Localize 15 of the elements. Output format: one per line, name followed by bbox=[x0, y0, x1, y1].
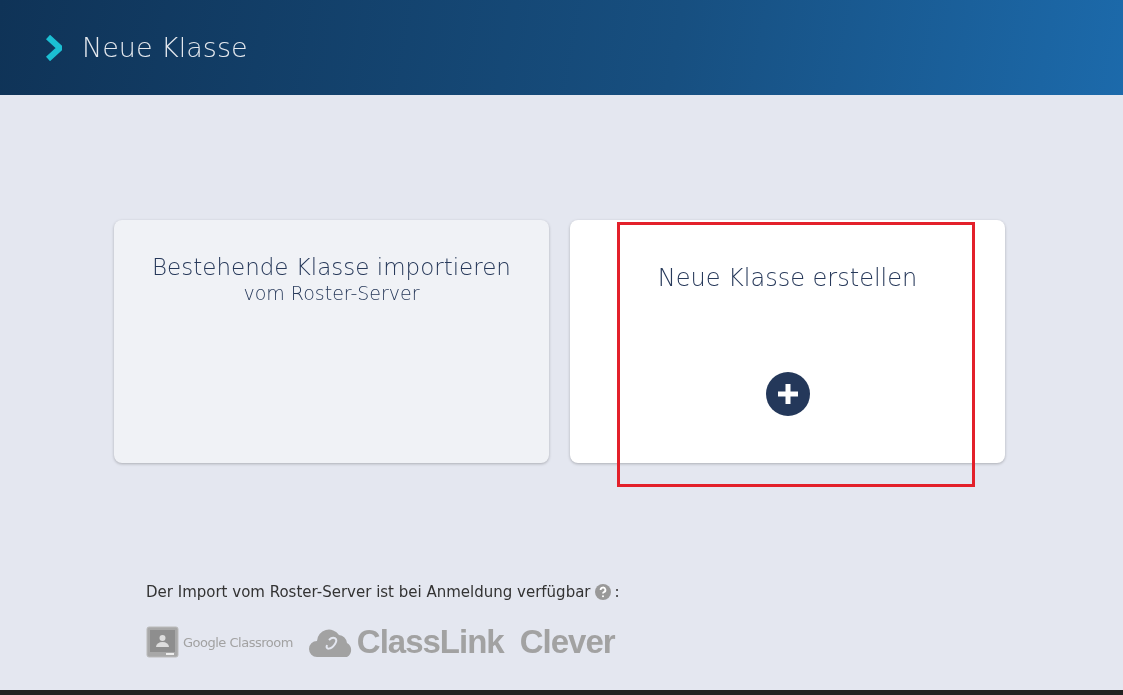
page-title: Neue Klasse bbox=[82, 32, 248, 63]
card-title: Neue Klasse erstellen bbox=[657, 264, 918, 292]
classroom-icon bbox=[146, 626, 179, 658]
plus-icon[interactable] bbox=[765, 372, 810, 416]
provider-name: Google Classroom bbox=[183, 634, 293, 650]
chevron-icon bbox=[46, 34, 62, 61]
note-suffix: : bbox=[614, 583, 620, 601]
help-icon[interactable] bbox=[594, 584, 611, 600]
card-title: Bestehende Klasse importieren bbox=[152, 254, 511, 280]
import-note: Der Import vom Roster-Server ist bei Anmeldung verfügbar bbox=[146, 583, 591, 601]
card-subtitle: vom Roster-Server bbox=[243, 282, 420, 304]
create-card[interactable]: Neue Klasse erstellen bbox=[570, 220, 1005, 463]
provider-name: Clever bbox=[519, 623, 615, 661]
import-card[interactable]: Bestehende Klasse importieren vom Roster-Server bbox=[114, 220, 549, 463]
provider-name: ClassLink bbox=[356, 623, 504, 661]
